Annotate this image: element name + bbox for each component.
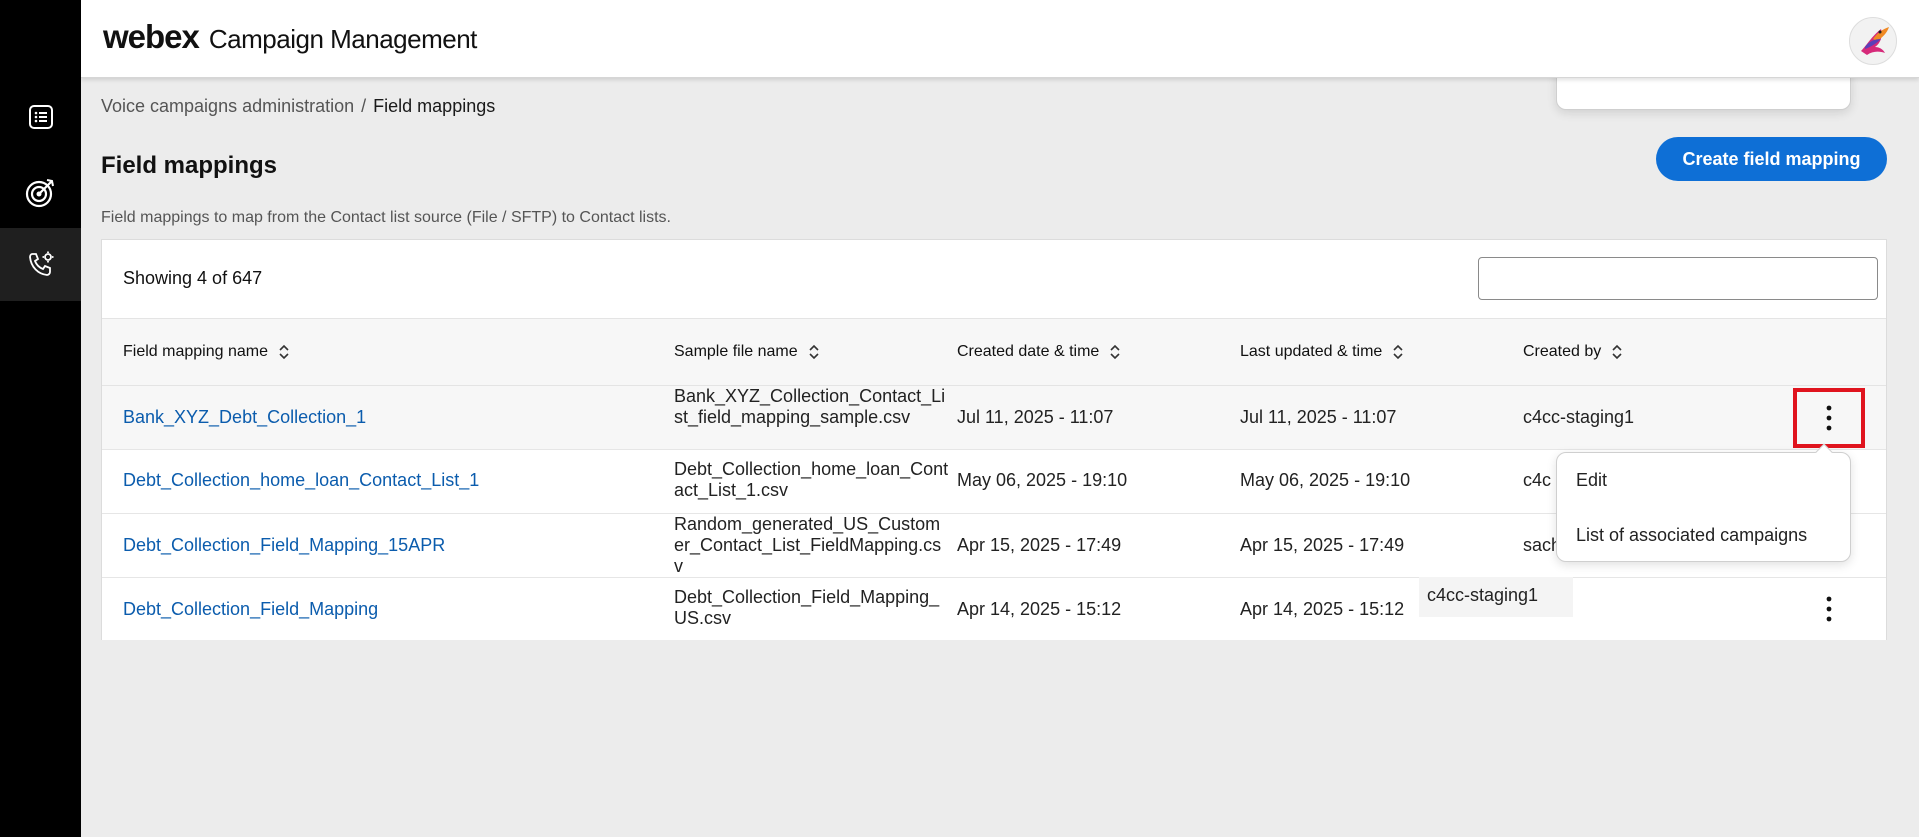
sort-icon[interactable] — [1392, 343, 1404, 361]
target-icon — [25, 178, 54, 207]
field-mappings-card: Showing 4 of 647 Field mapping name Samp… — [101, 239, 1887, 640]
list-icon — [28, 104, 53, 129]
field-mapping-name-link[interactable]: Debt_Collection_Field_Mapping — [123, 599, 378, 620]
menu-item-associated-campaigns[interactable]: List of associated campaigns — [1576, 525, 1807, 546]
sample-file-name: Debt_Collection_home_loan_Contact_List_1… — [674, 459, 949, 500]
sidebar — [0, 0, 1851, 837]
kebab-icon — [1826, 405, 1832, 431]
sort-icon[interactable] — [808, 343, 820, 361]
created-by: c4c — [1523, 470, 1552, 490]
column-header-label: Created by — [1523, 343, 1602, 360]
updated-date: May 06, 2025 - 19:10 — [1240, 470, 1411, 490]
breadcrumb-separator: / — [361, 96, 367, 116]
created-by: c4cc-staging1 — [1523, 407, 1635, 427]
menu-item-edit[interactable]: Edit — [1576, 470, 1607, 491]
sort-icon[interactable] — [278, 343, 290, 361]
sample-file-name: Debt_Collection_Field_Mapping_US.csv — [674, 587, 940, 628]
breadcrumb-current: Field mappings — [373, 96, 496, 116]
sidebar-item-campaign-list[interactable] — [0, 80, 81, 153]
column-header-label: Last updated & time — [1240, 343, 1383, 360]
app-title: Campaign Management — [208, 24, 478, 54]
column-header-label: Created date & time — [957, 343, 1100, 360]
column-header-name[interactable]: Field mapping name — [123, 343, 290, 361]
sort-icon[interactable] — [1109, 343, 1121, 361]
column-header-updated[interactable]: Last updated & time — [1240, 343, 1404, 361]
updated-date: Apr 14, 2025 - 15:12 — [1240, 599, 1405, 619]
sidebar-item-voice-campaigns[interactable] — [0, 228, 81, 301]
column-header-label: Field mapping name — [123, 343, 268, 360]
breadcrumb: Voice campaigns administration / Field map… — [101, 96, 495, 117]
webex-logo: webex — [103, 18, 200, 55]
row-actions-button[interactable] — [1811, 591, 1847, 627]
updated-date: Apr 15, 2025 - 17:49 — [1240, 535, 1405, 555]
phone-settings-icon — [28, 251, 53, 276]
sample-file-name: Bank_XYZ_Collection_Contact_List_field_m… — [674, 386, 946, 427]
table-header: Field mapping name Sample file name Crea… — [102, 318, 1886, 386]
created-date: Apr 15, 2025 - 17:49 — [957, 535, 1122, 555]
search-input[interactable] — [1479, 258, 1877, 299]
column-header-sample-file[interactable]: Sample file name — [674, 343, 820, 361]
search-box[interactable] — [1478, 257, 1878, 300]
created-date: May 06, 2025 - 19:10 — [957, 470, 1128, 490]
created-by-tooltip: c4cc-staging1 — [1419, 577, 1573, 617]
row-actions-button[interactable] — [1793, 388, 1865, 448]
created-date: Jul 11, 2025 - 11:07 — [957, 407, 1114, 427]
results-count: Showing 4 of 647 — [123, 268, 263, 288]
breadcrumb-parent-link[interactable]: Voice campaigns administration — [101, 96, 354, 116]
row-actions-menu: Edit List of associated campaigns — [1556, 452, 1851, 562]
sidebar-item-campaigns[interactable] — [0, 155, 81, 228]
field-mapping-name-link[interactable]: Debt_Collection_home_loan_Contact_List_1 — [123, 470, 479, 491]
brand: webex Campaign Management — [103, 18, 477, 56]
column-header-created-by[interactable]: Created by — [1523, 343, 1623, 361]
create-field-mapping-button[interactable]: Create field mapping — [1656, 137, 1887, 181]
table-row: Debt_Collection_Field_Mapping Debt_Colle… — [102, 578, 1886, 640]
updated-date: Jul 11, 2025 - 11:07 — [1240, 407, 1397, 427]
table-row: Bank_XYZ_Debt_Collection_1 Bank_XYZ_Coll… — [102, 386, 1886, 450]
created-date: Apr 14, 2025 - 15:12 — [957, 599, 1122, 619]
kebab-icon — [1826, 596, 1832, 622]
column-header-label: Sample file name — [674, 343, 798, 360]
bird-avatar-icon — [1861, 27, 1889, 55]
sample-file-name: Random_generated_US_Customer_Contact_Lis… — [674, 514, 942, 576]
page-title: Field mappings — [101, 152, 278, 179]
avatar[interactable] — [1849, 17, 1897, 65]
sort-icon[interactable] — [1611, 343, 1623, 361]
top-header: webex Campaign Management — [81, 0, 1919, 78]
field-mapping-name-link[interactable]: Debt_Collection_Field_Mapping_15APR — [123, 535, 445, 556]
column-header-created[interactable]: Created date & time — [957, 343, 1121, 361]
field-mapping-name-link[interactable]: Bank_XYZ_Debt_Collection_1 — [123, 407, 366, 428]
page-description: Field mappings to map from the Contact l… — [101, 209, 671, 226]
